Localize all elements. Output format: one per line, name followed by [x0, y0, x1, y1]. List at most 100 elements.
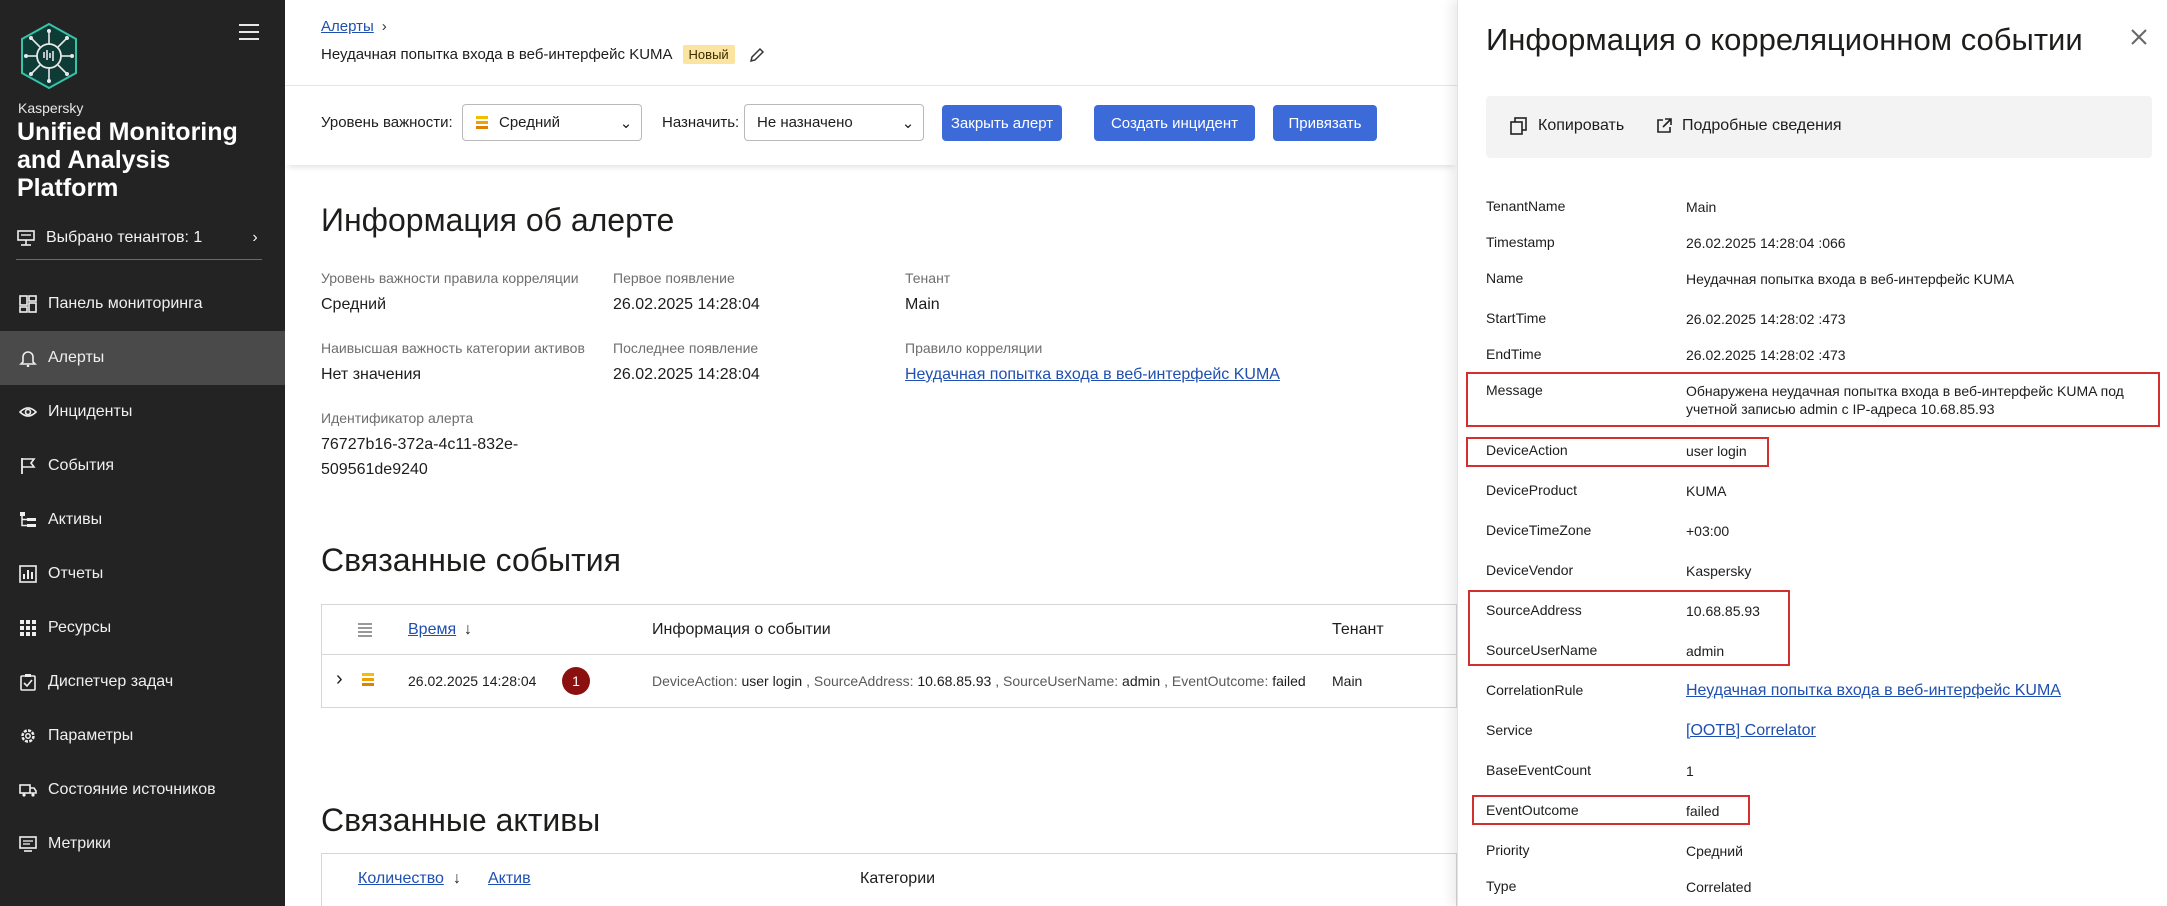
event-value: user login: [741, 673, 803, 689]
sidebar-nav: Панель мониторинга Алерты Инциденты Собы…: [0, 277, 285, 871]
event-value: failed: [1272, 673, 1306, 689]
task-icon: [18, 672, 38, 692]
event-key: , EventOutcome:: [1164, 673, 1269, 689]
details-label: Подробные сведения: [1682, 117, 1842, 134]
field-key: Type: [1486, 878, 1517, 894]
rule-severity-value: Средний: [321, 296, 387, 313]
highlight-event-outcome: [1472, 795, 1750, 825]
table-row[interactable]: › 26.02.2025 14:28:04 1 DeviceAction: us…: [322, 655, 1456, 707]
event-key: DeviceAction:: [652, 673, 738, 689]
field-key: DeviceVendor: [1486, 562, 1574, 578]
monitor-icon: [18, 834, 38, 854]
sort-down-icon[interactable]: ↓: [464, 621, 472, 639]
column-asset[interactable]: Актив: [488, 870, 531, 888]
column-time[interactable]: Время: [408, 621, 456, 639]
related-events-heading: Связанные события: [321, 542, 621, 578]
field-value: Неудачная попытка входа в веб-интерфейс …: [1686, 271, 2015, 287]
field-value-link[interactable]: [OOTB] Correlator: [1686, 722, 2156, 740]
sidebar-item-label: Активы: [48, 511, 103, 528]
field-value: +03:00: [1686, 523, 1730, 539]
truck-icon: [18, 780, 38, 800]
related-events-table: Время ↓ Информация о событии Тенант › 26…: [321, 604, 1457, 708]
close-alert-button[interactable]: Закрыть алерт: [942, 105, 1062, 141]
related-assets-heading: Связанные активы: [321, 802, 601, 838]
column-categories: Категории: [860, 870, 936, 887]
field-key: Name: [1486, 270, 1524, 286]
column-count[interactable]: Количество: [358, 870, 444, 888]
report-icon: [18, 564, 38, 584]
details-button[interactable]: Подробные сведения: [1656, 117, 1842, 135]
sidebar-item-alerts[interactable]: Алерты: [0, 331, 285, 385]
sidebar-item-metrics[interactable]: Метрики: [0, 817, 285, 871]
breadcrumb-alerts-link[interactable]: Алерты: [321, 18, 374, 35]
dashboard-icon: [18, 294, 38, 314]
sidebar-item-label: Ресурсы: [48, 619, 112, 636]
chevron-right-icon[interactable]: ›: [336, 668, 343, 691]
sidebar-item-events[interactable]: События: [0, 439, 285, 493]
field-value: Correlated: [1686, 879, 1752, 895]
select-all-icon[interactable]: [358, 623, 372, 639]
event-value: admin: [1122, 673, 1161, 689]
chevron-right-icon: ›: [252, 228, 258, 246]
related-assets-table: Количество ↓ Актив Категории: [321, 853, 1457, 906]
copy-button[interactable]: Копировать: [1510, 117, 1624, 135]
tenant-selector[interactable]: Выбрано тенантов: 1 ›: [16, 216, 262, 260]
sidebar-item-dashboard[interactable]: Панель мониторинга: [0, 277, 285, 331]
field-key: Priority: [1486, 842, 1530, 858]
assign-select[interactable]: Не назначено ⌄: [744, 104, 924, 141]
alert-info-heading: Информация об алерте: [321, 202, 675, 238]
assign-value: Не назначено: [757, 114, 853, 131]
sidebar-item-assets[interactable]: Активы: [0, 493, 285, 547]
field-value: Средний: [1686, 843, 1743, 859]
event-value: 10.68.85.93: [917, 673, 992, 689]
severity-select[interactable]: Средний ⌄: [462, 104, 642, 141]
field-key: EndTime: [1486, 346, 1542, 362]
field-value: Main: [1686, 199, 1717, 215]
external-link-icon: [1657, 118, 1672, 133]
field-key: Service: [1486, 722, 1533, 738]
sidebar-item-reports[interactable]: Отчеты: [0, 547, 285, 601]
correlation-rule-link[interactable]: Неудачная попытка входа в веб-интерфейс …: [905, 366, 1280, 384]
sort-down-icon[interactable]: ↓: [453, 870, 461, 888]
sidebar-item-settings[interactable]: Параметры: [0, 709, 285, 763]
sidebar-item-label: Состояние источников: [48, 781, 216, 798]
main-content: Алерты › Неудачная попытка входа в веб-ин…: [285, 0, 1457, 906]
column-tenant: Тенант: [1332, 621, 1384, 638]
first-seen-value: 26.02.2025 14:28:04: [613, 296, 760, 313]
panel-title: Информация о корреляционном событии: [1486, 22, 2083, 57]
eye-icon: [18, 402, 38, 422]
copy-label: Копировать: [1538, 117, 1625, 134]
sidebar-item-incidents[interactable]: Инциденты: [0, 385, 285, 439]
field-key: TenantName: [1486, 198, 1566, 214]
event-info: DeviceAction: user login , SourceAddress…: [652, 673, 1306, 689]
field-value: 26.02.2025 14:28:04 :066: [1686, 235, 1846, 251]
chevron-down-icon: ⌄: [901, 114, 915, 132]
field-value: 1: [1686, 763, 1694, 779]
event-key: , SourceUserName:: [995, 673, 1119, 689]
breadcrumb[interactable]: Алерты ›: [321, 18, 387, 35]
sidebar-item-source-status[interactable]: Состояние источников: [0, 763, 285, 817]
link-button[interactable]: Привязать: [1273, 105, 1377, 141]
sidebar-item-label: Метрики: [48, 835, 111, 852]
field-key: StartTime: [1486, 310, 1547, 326]
menu-icon[interactable]: [239, 24, 259, 42]
sidebar-item-resources[interactable]: Ресурсы: [0, 601, 285, 655]
create-incident-button[interactable]: Создать инцидент: [1094, 105, 1255, 141]
highlight-message: [1466, 372, 2160, 427]
sidebar-item-task-manager[interactable]: Диспетчер задач: [0, 655, 285, 709]
field-value-link[interactable]: Неудачная попытка входа в веб-интерфейс …: [1686, 682, 2156, 700]
tenant-label: Тенант: [905, 270, 951, 286]
field-key: DeviceTimeZone: [1486, 522, 1592, 538]
severity-medium-icon: [362, 673, 374, 686]
tenant-value: Main: [905, 296, 940, 313]
brand-vendor: Kaspersky: [18, 100, 84, 116]
field-value: failed: [1686, 803, 1720, 819]
correlation-rule-label: Правило корреляции: [905, 340, 1043, 356]
asset-severity-label: Наивысшая важность категории активов: [321, 340, 585, 356]
pencil-icon[interactable]: [749, 47, 765, 63]
tree-icon: [18, 510, 38, 530]
assign-label: Назначить:: [662, 114, 740, 131]
last-seen-label: Последнее появление: [613, 340, 759, 356]
close-icon[interactable]: [2128, 26, 2150, 48]
alert-id-label: Идентификатор алерта: [321, 410, 474, 426]
